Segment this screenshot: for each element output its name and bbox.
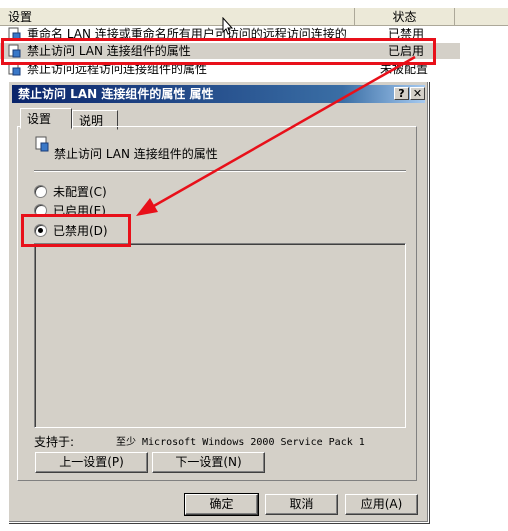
tab-settings[interactable]: 设置 <box>20 108 72 129</box>
annotation-arrow <box>136 55 416 216</box>
